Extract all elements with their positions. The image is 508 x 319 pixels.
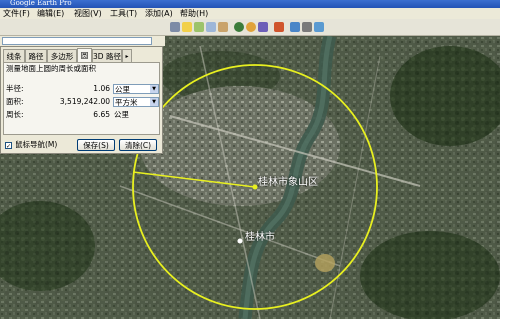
ruler-icon[interactable] <box>274 22 284 32</box>
mouse-nav-checkbox[interactable]: ✓ <box>5 142 12 150</box>
path-icon[interactable] <box>206 22 216 32</box>
place-label-xiangshan[interactable]: 桂林市象山区 <box>258 177 318 189</box>
perimeter-value: 6.65 <box>93 110 110 119</box>
tab-path[interactable]: 路径 <box>25 49 47 62</box>
menu-tools[interactable]: 工具(T) <box>110 9 137 19</box>
email-icon[interactable] <box>290 22 300 32</box>
placemark-icon[interactable] <box>182 22 192 32</box>
perimeter-unit: 公里 <box>114 110 129 119</box>
menu-file[interactable]: 文件(F) <box>3 9 30 19</box>
planets-icon[interactable] <box>258 22 268 32</box>
radius-label: 半径: <box>6 84 24 93</box>
print-icon[interactable] <box>302 22 312 32</box>
sunlight-icon[interactable] <box>246 22 256 32</box>
radius-unit-select[interactable]: 公里 ▼ <box>113 84 159 94</box>
menu-view[interactable]: 视图(V) <box>74 9 102 19</box>
historical-imagery-icon[interactable] <box>234 22 244 32</box>
area-value: 3,519,242.00 <box>59 97 110 106</box>
circle-description: 测量地面上圆的周长或面积 <box>6 64 96 73</box>
search-input[interactable] <box>2 37 152 45</box>
radius-value: 1.06 <box>93 84 110 93</box>
save-button[interactable]: 保存(S) <box>77 139 115 151</box>
ruler-dialog: 线条 路径 多边形 圆 3D 路径 ▸ 测量地面上圆的周长或面积 半径: 1.0… <box>0 46 163 154</box>
menu-bar: 文件(F) 编辑(E) 视图(V) 工具(T) 添加(A) 帮助(H) <box>0 8 500 19</box>
google-earth-window: 桂林市象山区 桂林市 Google Earth Pro 文件(F) 编辑(E) … <box>0 0 500 319</box>
toolbar <box>0 19 500 36</box>
area-label: 面积: <box>6 97 24 106</box>
city-marker[interactable] <box>237 238 243 244</box>
chevron-right-icon[interactable]: ▸ <box>122 49 132 62</box>
tab-3d-path[interactable]: 3D 路径 <box>92 49 122 62</box>
menu-edit[interactable]: 编辑(E) <box>37 9 64 19</box>
search-panel-strip <box>0 36 165 46</box>
clear-button[interactable]: 清除(C) <box>119 139 157 151</box>
polygon-icon[interactable] <box>194 22 204 32</box>
sidebar-toggle-icon[interactable] <box>170 22 180 32</box>
circle-tab-pane: 测量地面上圆的周长或面积 半径: 1.06 公里 ▼ 面积: 3,519,242… <box>3 62 160 135</box>
radius-unit: 公里 <box>115 85 130 94</box>
tab-circle[interactable]: 圆 <box>77 48 92 62</box>
tab-line[interactable]: 线条 <box>3 49 25 62</box>
mouse-nav-label[interactable]: 鼠标导航(M) <box>15 140 57 150</box>
circle-center-marker[interactable] <box>252 184 258 190</box>
area-unit-select[interactable]: 平方米 ▼ <box>113 97 159 107</box>
chevron-down-icon[interactable]: ▼ <box>150 85 158 93</box>
city-label-guilin[interactable]: 桂林市 <box>245 232 275 244</box>
tab-polygon[interactable]: 多边形 <box>47 49 77 62</box>
ruler-tabs: 线条 路径 多边形 圆 3D 路径 ▸ <box>3 48 161 62</box>
perimeter-label: 周长: <box>6 110 24 119</box>
area-unit: 平方米 <box>115 98 138 107</box>
window-title: Google Earth Pro <box>10 0 72 7</box>
menu-help[interactable]: 帮助(H) <box>180 9 208 19</box>
title-bar: Google Earth Pro <box>0 0 500 8</box>
chevron-down-icon[interactable]: ▼ <box>150 98 158 106</box>
overlay-icon[interactable] <box>218 22 228 32</box>
save-image-icon[interactable] <box>314 22 324 32</box>
menu-add[interactable]: 添加(A) <box>145 9 173 19</box>
